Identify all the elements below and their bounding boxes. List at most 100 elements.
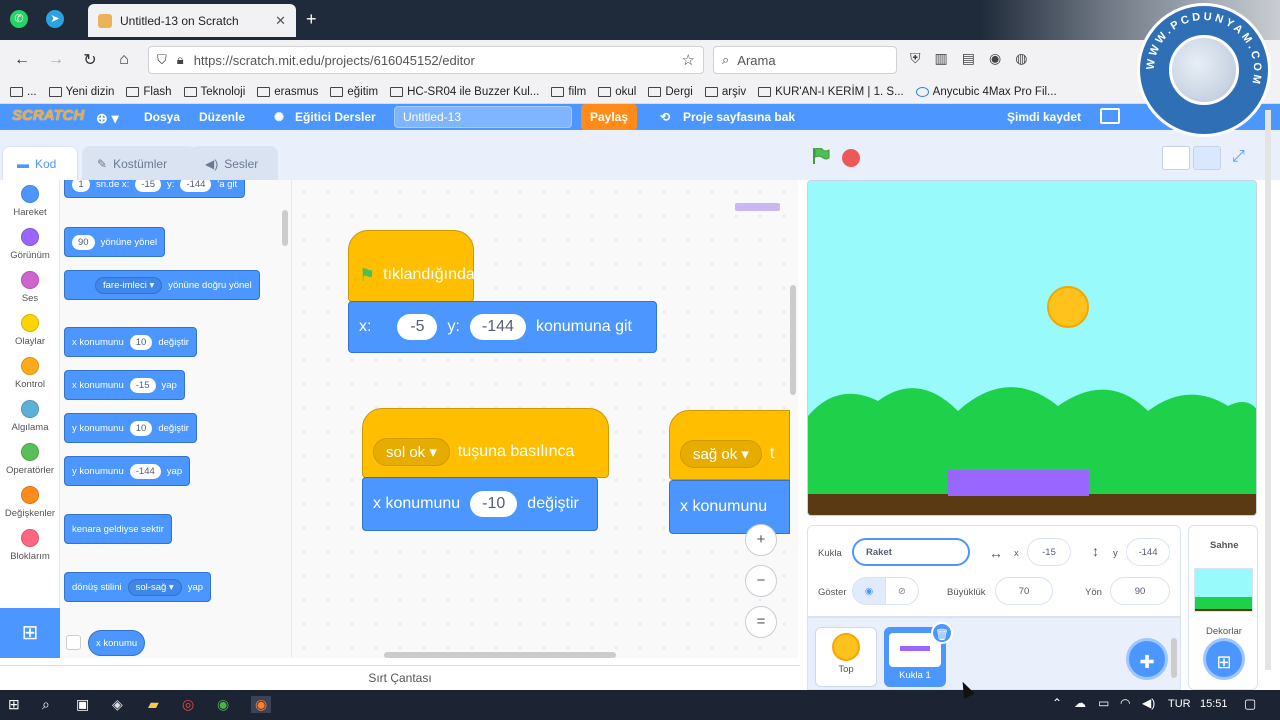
set-x-input[interactable]: -15: [129, 377, 156, 393]
block-glide-to-xy[interactable]: 1 sn.de x: -15 y: -144 'a git: [64, 180, 246, 198]
input-language[interactable]: TUR: [1168, 698, 1191, 710]
bookmark-item[interactable]: HC-SR04 ile Buzzer Kul...: [390, 86, 539, 98]
battery-icon[interactable]: ▭: [1098, 696, 1109, 710]
change-y-input[interactable]: 10: [129, 420, 153, 436]
add-extension-button[interactable]: ⊞: [0, 608, 60, 658]
bookmark-item[interactable]: Yeni dizin: [48, 86, 114, 98]
new-tab-button[interactable]: +: [306, 9, 317, 30]
block-bounce-on-edge[interactable]: kenara geldiyse sektir: [64, 514, 172, 544]
category-my-blocks[interactable]: Bloklarım: [0, 529, 60, 562]
glide-x-input[interactable]: -15: [135, 180, 162, 192]
see-project-page-button[interactable]: Proje sayfasına bak: [683, 110, 795, 124]
file-explorer-icon[interactable]: ▰: [148, 696, 159, 713]
sprite-list-scrollbar[interactable]: [1171, 638, 1177, 678]
notifications-icon[interactable]: ▢: [1244, 696, 1256, 712]
delete-sprite-trash-icon[interactable]: 🗑︎: [931, 622, 953, 644]
stop-button[interactable]: [842, 149, 860, 167]
category-events[interactable]: Olaylar: [0, 314, 60, 347]
set-y-input[interactable]: -144: [129, 463, 161, 479]
category-control[interactable]: Kontrol: [0, 357, 60, 390]
category-variables[interactable]: Değişkenler: [0, 486, 60, 519]
menu-file[interactable]: Dosya: [144, 110, 180, 124]
bookmark-item[interactable]: film: [551, 86, 586, 98]
bookmark-item[interactable]: arşiv: [704, 86, 746, 98]
bookmark-item[interactable]: erasmus: [257, 86, 318, 98]
key-dropdown-right[interactable]: sağ ok ▾: [680, 440, 762, 468]
workspace-horizontal-scrollbar[interactable]: [384, 652, 616, 658]
volume-icon[interactable]: ◀): [1142, 696, 1155, 710]
x-position-checkbox[interactable]: [66, 635, 81, 650]
forward-arrow-icon[interactable]: →: [40, 51, 72, 69]
app-icon[interactable]: ◈: [112, 696, 123, 713]
choose-sprite-button[interactable]: ✚: [1126, 638, 1168, 680]
my-stuff-folder-icon[interactable]: [1100, 108, 1120, 124]
block-change-x[interactable]: x konumunu 10 değiştir: [64, 327, 197, 357]
block-set-x[interactable]: x konumunu -15 yap: [64, 370, 185, 400]
project-title-input[interactable]: Untitled-13: [394, 106, 572, 128]
sidebar-icon[interactable]: ▤: [962, 50, 975, 67]
close-tab-icon[interactable]: ✕: [275, 13, 286, 29]
small-stage-button[interactable]: [1162, 146, 1190, 170]
chrome-icon[interactable]: ◉: [217, 696, 229, 713]
back-arrow-icon[interactable]: ←: [6, 51, 38, 69]
tab-costumes[interactable]: ✎ Kostümler: [82, 146, 196, 180]
block-go-to-xy[interactable]: x: -5 y: -144 konumuna git: [348, 301, 657, 353]
bookmark-star-icon[interactable]: ☆: [682, 51, 695, 69]
category-operators[interactable]: Operatörler: [0, 443, 60, 476]
category-sound[interactable]: Ses: [0, 271, 60, 304]
wifi-icon[interactable]: ◠: [1120, 696, 1130, 710]
stage-canvas[interactable]: [807, 180, 1257, 516]
zoom-reset-button[interactable]: =: [745, 606, 777, 638]
telegram-icon[interactable]: ➤: [46, 10, 64, 28]
tab-sounds[interactable]: ◀) Sesler: [190, 146, 278, 180]
menu-tutorials[interactable]: Eğitici Dersler: [295, 110, 376, 124]
category-looks[interactable]: Görünüm: [0, 228, 60, 261]
green-flag-button[interactable]: [812, 148, 830, 164]
opera-icon[interactable]: ◎: [182, 696, 194, 713]
show-visible-button[interactable]: ◉: [852, 577, 886, 605]
zoom-out-button[interactable]: −: [745, 565, 777, 597]
block-point-in-direction[interactable]: 90 yönüne yönel: [64, 227, 166, 257]
clock[interactable]: 15:51: [1200, 698, 1228, 710]
search-icon[interactable]: ⌕: [42, 696, 50, 713]
windows-start-icon[interactable]: ⊞: [8, 696, 20, 713]
search-input[interactable]: ⌕ Arama: [713, 46, 897, 74]
show-hidden-button[interactable]: ⊘: [885, 577, 919, 605]
rotation-style-dropdown[interactable]: sol-sağ ▾: [127, 578, 182, 596]
bookmark-item[interactable]: Flash: [126, 86, 172, 98]
sprite-name-input[interactable]: Raket: [852, 538, 970, 566]
glide-secs-input[interactable]: 1: [72, 180, 90, 192]
tab-code[interactable]: ▬ Kod: [2, 146, 78, 181]
block-change-x-by-2[interactable]: x konumunu: [669, 480, 790, 534]
zoom-in-button[interactable]: +: [745, 524, 777, 556]
block-when-key-pressed-left[interactable]: sol ok ▾ tuşuna basılınca: [362, 408, 609, 478]
bookmark-item[interactable]: Teknoloji: [183, 86, 245, 98]
change-x-input[interactable]: 10: [129, 334, 153, 350]
block-change-y[interactable]: y konumunu 10 değiştir: [64, 413, 197, 443]
large-stage-button[interactable]: [1193, 146, 1221, 170]
page-scrollbar[interactable]: [1265, 110, 1271, 670]
block-change-x-by[interactable]: x konumunu -10 değiştir: [362, 477, 598, 531]
stage-thumbnail[interactable]: [1194, 568, 1253, 612]
sprite-direction-input[interactable]: 90: [1110, 577, 1170, 605]
glide-y-input[interactable]: -144: [180, 180, 212, 192]
fullscreen-icon[interactable]: ⤢: [1232, 148, 1245, 166]
share-button[interactable]: Paylaş: [581, 104, 637, 130]
reload-icon[interactable]: ↻: [74, 50, 106, 70]
library-icon[interactable]: ▥: [935, 50, 948, 67]
sprite-size-input[interactable]: 70: [995, 577, 1053, 605]
browser-tab-active[interactable]: Untitled-13 on Scratch ✕: [88, 4, 296, 37]
direction-input[interactable]: 90: [72, 234, 95, 250]
pocket-icon[interactable]: ⛨: [910, 50, 921, 67]
goto-y-input[interactable]: -144: [469, 314, 526, 340]
whatsapp-icon[interactable]: ✆: [10, 10, 28, 28]
block-point-towards[interactable]: fare-imleci ▾ yönüne doğru yönel: [64, 270, 260, 300]
onedrive-icon[interactable]: ☁: [1074, 696, 1086, 710]
reporter-x-position[interactable]: x konumu: [88, 630, 146, 656]
workspace-vertical-scrollbar[interactable]: [790, 285, 796, 395]
palette-scrollbar[interactable]: [282, 210, 288, 246]
tray-chevron-icon[interactable]: ⌃: [1052, 696, 1062, 710]
goto-x-input[interactable]: -5: [397, 314, 438, 340]
bookmark-item[interactable]: eğitim: [330, 86, 378, 98]
menu-edit[interactable]: Düzenle: [199, 110, 245, 124]
